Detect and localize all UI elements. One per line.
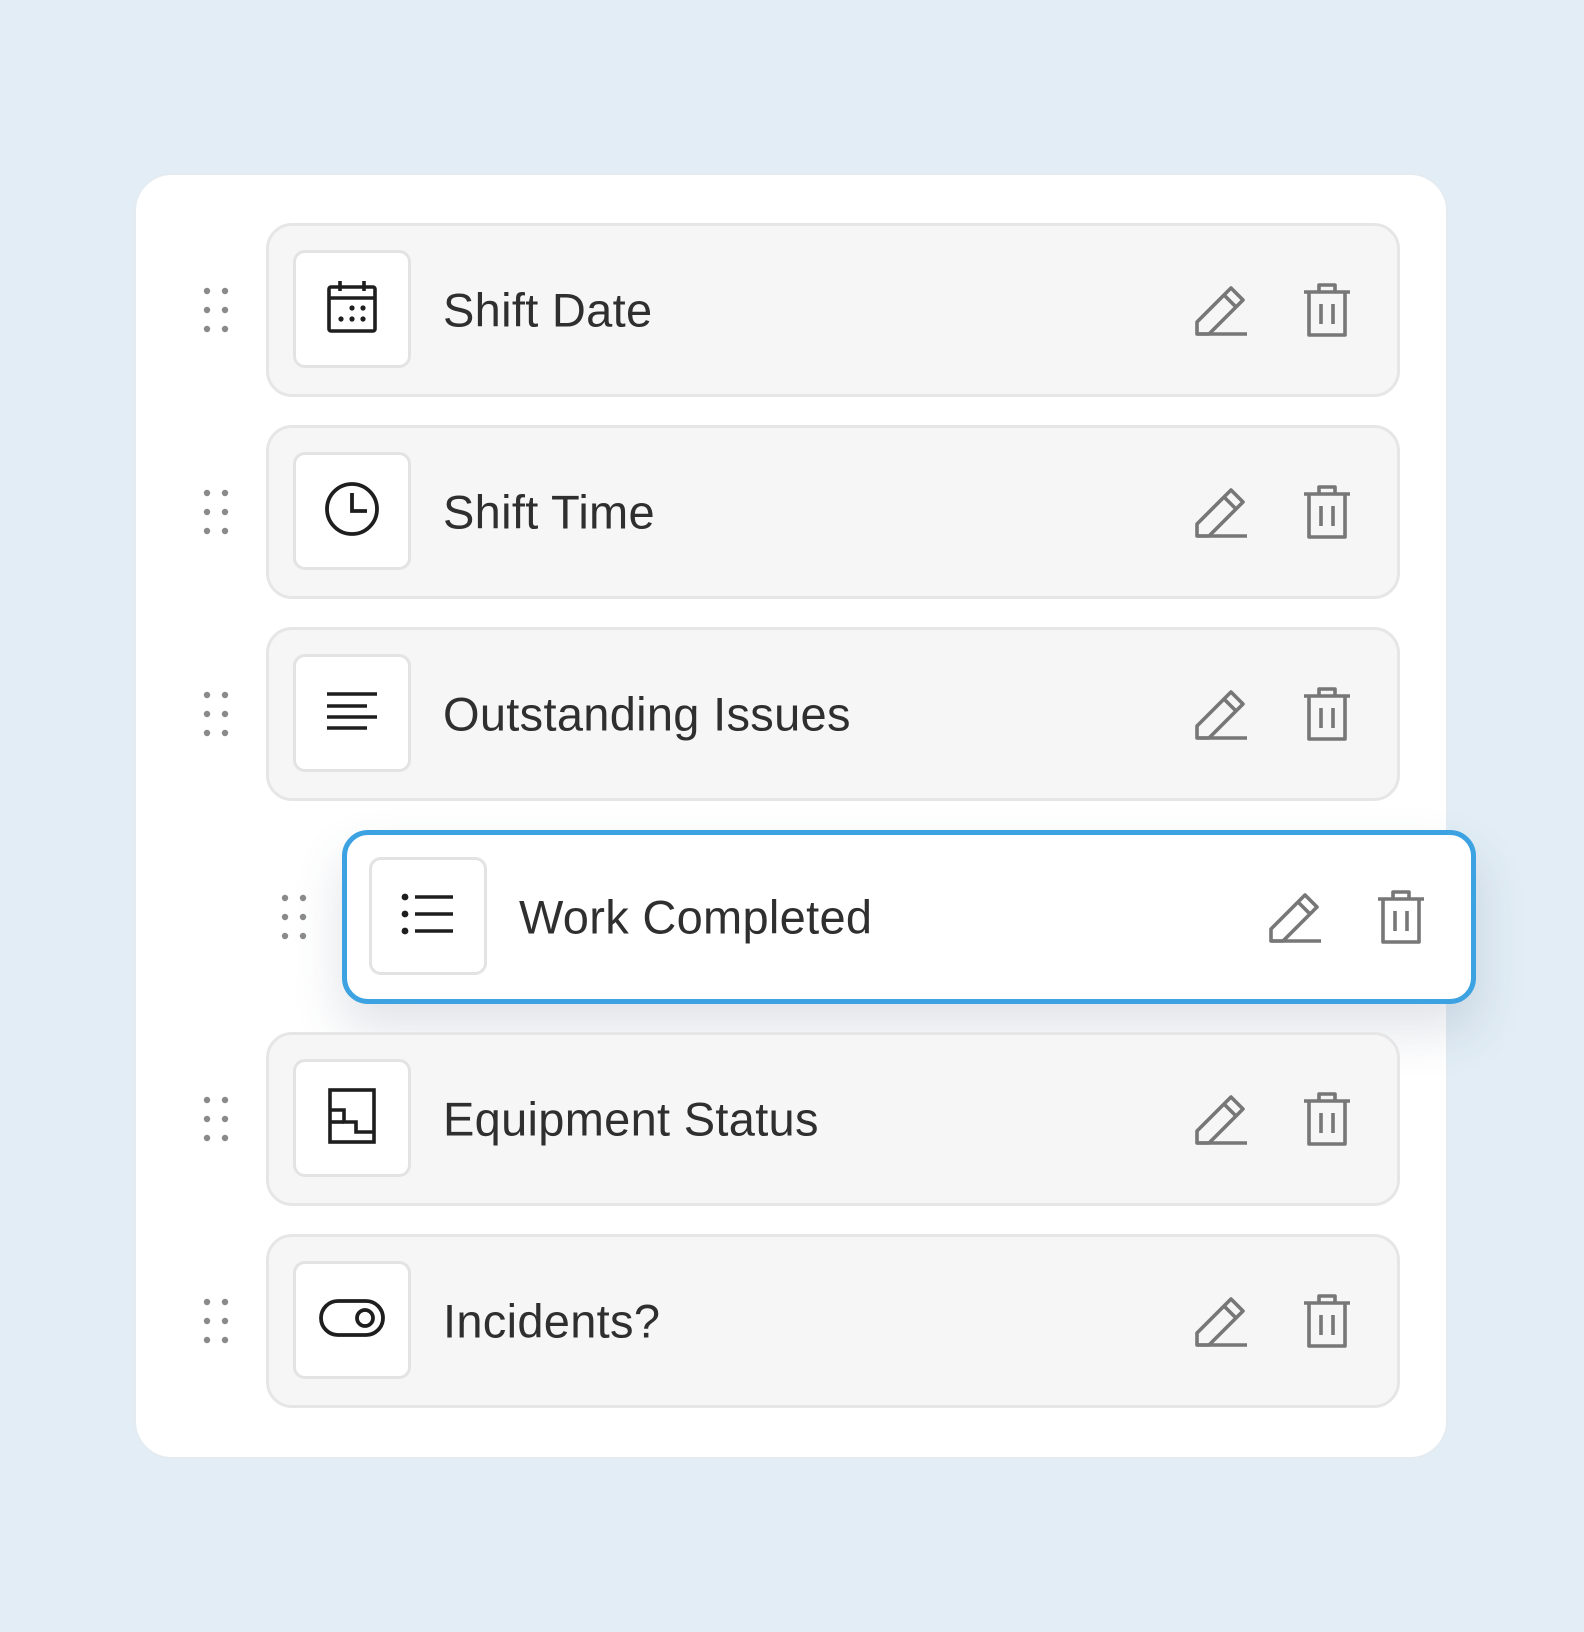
drag-handle-icon[interactable]: [201, 690, 231, 738]
layout-icon: [328, 1087, 376, 1149]
clock-icon: [323, 480, 381, 543]
bulleted-list-icon: [401, 892, 455, 941]
pencil-icon[interactable]: [1191, 684, 1251, 744]
field-label: Shift Time: [443, 485, 655, 539]
pencil-icon[interactable]: [1191, 482, 1251, 542]
trash-icon[interactable]: [1297, 684, 1357, 744]
pencil-icon[interactable]: [1191, 1089, 1251, 1149]
trash-icon[interactable]: [1297, 482, 1357, 542]
trash-icon[interactable]: [1297, 280, 1357, 340]
field-label: Incidents?: [443, 1294, 661, 1348]
field-label: Shift Date: [443, 283, 653, 337]
trash-icon[interactable]: [1297, 1089, 1357, 1149]
field-row-incidents[interactable]: Incidents?: [203, 1234, 1400, 1408]
pencil-icon[interactable]: [1191, 280, 1251, 340]
drag-handle-icon[interactable]: [201, 488, 231, 536]
field-label: Work Completed: [519, 890, 873, 944]
field-type-calendar: [293, 250, 411, 368]
toggle-icon: [319, 1298, 385, 1343]
field-row-shift-date[interactable]: Shift Date: [203, 223, 1400, 397]
drag-handle-icon[interactable]: [201, 1095, 231, 1143]
drag-handle-icon[interactable]: [201, 286, 231, 334]
field-label: Equipment Status: [443, 1092, 819, 1146]
trash-icon[interactable]: [1297, 1291, 1357, 1351]
paragraph-icon: [325, 689, 379, 738]
pencil-icon[interactable]: [1265, 887, 1325, 947]
field-type-layout: [293, 1059, 411, 1177]
field-row-shift-time[interactable]: Shift Time: [203, 425, 1400, 599]
field-type-paragraph: [293, 654, 411, 772]
field-row-work-completed-dragging[interactable]: Work Completed: [281, 830, 1476, 1004]
calendar-icon: [326, 280, 378, 339]
drag-handle-icon[interactable]: [201, 1297, 231, 1345]
drag-handle-icon[interactable]: [279, 893, 309, 941]
field-type-bulleted-list: [369, 857, 487, 975]
field-row-outstanding-issues[interactable]: Outstanding Issues: [203, 627, 1400, 801]
field-label: Outstanding Issues: [443, 687, 851, 741]
field-row-equipment-status[interactable]: Equipment Status: [203, 1032, 1400, 1206]
pencil-icon[interactable]: [1191, 1291, 1251, 1351]
trash-icon[interactable]: [1371, 887, 1431, 947]
field-type-toggle: [293, 1261, 411, 1379]
field-type-time: [293, 452, 411, 570]
